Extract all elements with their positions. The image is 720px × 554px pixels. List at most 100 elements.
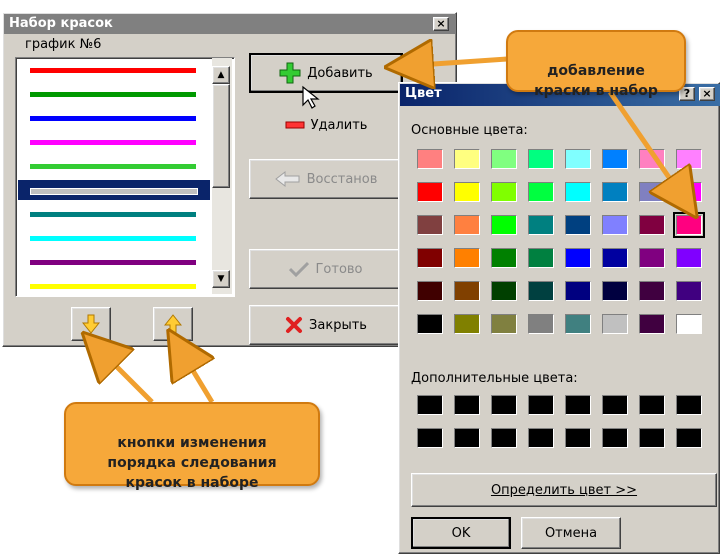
move-up-button[interactable] bbox=[153, 307, 193, 341]
color-swatch[interactable] bbox=[673, 212, 705, 238]
restore-button[interactable]: Восстанов bbox=[249, 159, 403, 199]
color-swatch[interactable] bbox=[565, 248, 591, 268]
color-swatch[interactable] bbox=[528, 182, 554, 202]
color-swatch[interactable] bbox=[639, 248, 665, 268]
color-swatch[interactable] bbox=[491, 428, 517, 448]
color-swatch[interactable] bbox=[528, 215, 554, 235]
color-swatch[interactable] bbox=[454, 248, 480, 268]
color-swatch[interactable] bbox=[676, 248, 702, 268]
color-swatch[interactable] bbox=[565, 149, 591, 169]
color-swatch[interactable] bbox=[528, 248, 554, 268]
color-swatch[interactable] bbox=[454, 314, 480, 334]
paint-line[interactable] bbox=[30, 68, 196, 73]
color-swatch[interactable] bbox=[417, 281, 443, 301]
color-swatch[interactable] bbox=[454, 395, 480, 415]
scroll-down-icon: ▼ bbox=[217, 274, 225, 284]
delete-button[interactable]: Удалить bbox=[249, 107, 403, 143]
color-swatch[interactable] bbox=[565, 281, 591, 301]
cancel-button[interactable]: Отмена bbox=[521, 517, 621, 549]
paint-line[interactable] bbox=[30, 236, 196, 241]
color-dialog-title: Цвет bbox=[405, 86, 442, 101]
paint-line[interactable] bbox=[30, 140, 196, 145]
paint-line[interactable] bbox=[30, 188, 198, 195]
color-swatch[interactable] bbox=[565, 314, 591, 334]
color-swatch[interactable] bbox=[491, 149, 517, 169]
color-swatch[interactable] bbox=[639, 215, 665, 235]
color-swatch[interactable] bbox=[454, 215, 480, 235]
color-swatch[interactable] bbox=[602, 395, 628, 415]
color-swatch[interactable] bbox=[602, 281, 628, 301]
color-swatch[interactable] bbox=[491, 281, 517, 301]
color-swatch[interactable] bbox=[639, 395, 665, 415]
color-swatch[interactable] bbox=[528, 281, 554, 301]
color-swatch[interactable] bbox=[454, 149, 480, 169]
scroll-down-button[interactable]: ▼ bbox=[212, 270, 230, 288]
color-swatch[interactable] bbox=[528, 395, 554, 415]
add-button[interactable]: Добавить bbox=[249, 53, 403, 93]
close-icon: × bbox=[436, 17, 446, 30]
color-swatch[interactable] bbox=[602, 149, 628, 169]
color-swatch[interactable] bbox=[491, 395, 517, 415]
color-swatch[interactable] bbox=[417, 182, 443, 202]
color-swatch[interactable] bbox=[491, 182, 517, 202]
paint-line[interactable] bbox=[30, 164, 196, 169]
basic-colors-label: Основные цвета: bbox=[411, 123, 528, 138]
color-swatch[interactable] bbox=[565, 215, 591, 235]
color-swatch[interactable] bbox=[602, 428, 628, 448]
color-swatch[interactable] bbox=[565, 182, 591, 202]
close-icon: × bbox=[702, 87, 712, 100]
palette-close-button[interactable]: × bbox=[433, 17, 449, 31]
close-button[interactable]: Закрыть bbox=[249, 305, 403, 345]
color-swatch[interactable] bbox=[676, 428, 702, 448]
color-swatch[interactable] bbox=[676, 314, 702, 334]
color-swatch[interactable] bbox=[639, 428, 665, 448]
scroll-up-button[interactable]: ▲ bbox=[212, 66, 230, 84]
color-swatch[interactable] bbox=[528, 428, 554, 448]
color-swatch[interactable] bbox=[676, 395, 702, 415]
color-dialog-close-button[interactable]: × bbox=[699, 87, 715, 101]
color-swatch[interactable] bbox=[417, 149, 443, 169]
color-swatch[interactable] bbox=[454, 428, 480, 448]
color-swatch[interactable] bbox=[565, 428, 591, 448]
color-swatch[interactable] bbox=[676, 149, 702, 169]
paint-line[interactable] bbox=[30, 92, 196, 97]
color-swatch[interactable] bbox=[602, 314, 628, 334]
ok-button[interactable]: OK bbox=[411, 517, 511, 549]
color-swatch[interactable] bbox=[565, 395, 591, 415]
color-swatch[interactable] bbox=[639, 149, 665, 169]
color-swatch[interactable] bbox=[528, 149, 554, 169]
color-swatch[interactable] bbox=[528, 314, 554, 334]
paint-line[interactable] bbox=[30, 116, 196, 121]
paint-line[interactable] bbox=[30, 212, 196, 217]
color-swatch[interactable] bbox=[454, 281, 480, 301]
color-swatch[interactable] bbox=[639, 281, 665, 301]
arrow-to-move-up bbox=[178, 346, 212, 404]
color-swatch[interactable] bbox=[491, 215, 517, 235]
color-swatch[interactable] bbox=[491, 248, 517, 268]
paint-line[interactable] bbox=[30, 284, 196, 289]
color-swatch[interactable] bbox=[602, 215, 628, 235]
done-button[interactable]: Готово bbox=[249, 249, 403, 289]
color-swatch[interactable] bbox=[417, 395, 443, 415]
color-swatch[interactable] bbox=[639, 314, 665, 334]
list-scrollbar[interactable]: ▲ ▼ bbox=[212, 58, 232, 294]
color-swatch[interactable] bbox=[454, 182, 480, 202]
color-swatch[interactable] bbox=[491, 314, 517, 334]
color-swatch[interactable] bbox=[417, 428, 443, 448]
paint-line[interactable] bbox=[30, 260, 196, 265]
define-color-button[interactable]: Определить цвет >> bbox=[411, 473, 717, 507]
arrow-to-move-down bbox=[96, 346, 154, 404]
color-swatch[interactable] bbox=[676, 281, 702, 301]
move-down-button[interactable] bbox=[71, 307, 111, 341]
color-swatch[interactable] bbox=[602, 248, 628, 268]
palette-window-titlebar[interactable]: Набор красок bbox=[4, 14, 455, 34]
color-swatch[interactable] bbox=[602, 182, 628, 202]
paint-list[interactable]: ▲ ▼ bbox=[15, 57, 235, 297]
color-swatch[interactable] bbox=[417, 314, 443, 334]
x-icon bbox=[286, 317, 303, 333]
color-swatch[interactable] bbox=[639, 182, 665, 202]
color-swatch[interactable] bbox=[417, 215, 443, 235]
color-swatch[interactable] bbox=[676, 182, 702, 202]
color-swatch[interactable] bbox=[417, 248, 443, 268]
scroll-thumb[interactable] bbox=[212, 84, 230, 188]
